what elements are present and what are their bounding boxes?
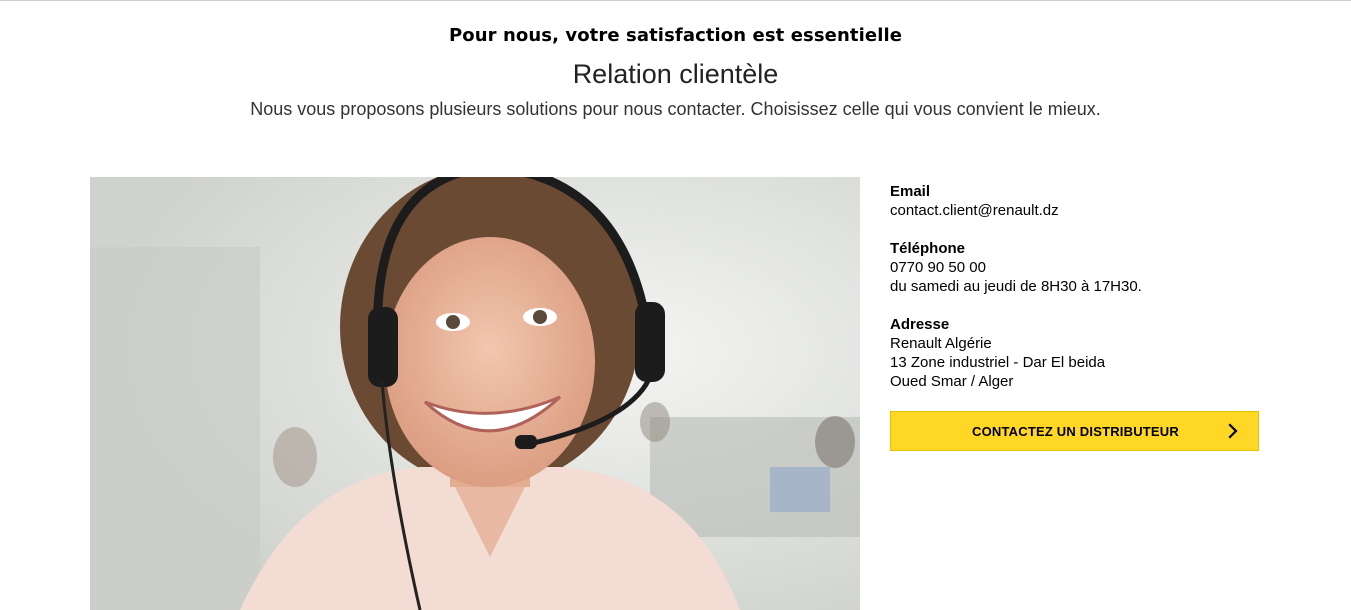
contact-distributor-button[interactable]: CONTACTEZ UN DISTRIBUTEUR bbox=[890, 411, 1259, 451]
contact-info: Email contact.client@renault.dz Téléphon… bbox=[890, 182, 1270, 410]
top-divider bbox=[0, 0, 1351, 1]
phone-hours: du samedi au jeudi de 8H30 à 17H30. bbox=[890, 278, 1142, 295]
phone-label: Téléphone bbox=[890, 240, 966, 257]
phone-value[interactable]: 0770 90 50 00 bbox=[890, 258, 1270, 277]
customer-service-photo bbox=[90, 177, 860, 610]
address-line-3: Oued Smar / Alger bbox=[890, 373, 1014, 390]
page-subtitle: Nous vous proposons plusieurs solutions … bbox=[250, 99, 1101, 119]
contact-distributor-label: CONTACTEZ UN DISTRIBUTEUR bbox=[972, 424, 1179, 439]
email-block: Email contact.client@renault.dz bbox=[890, 182, 1270, 220]
email-value[interactable]: contact.client@renault.dz bbox=[890, 201, 1270, 220]
page-title: Relation clientèle bbox=[572, 59, 779, 89]
page-kicker: Pour nous, votre satisfaction est essent… bbox=[448, 25, 903, 46]
address-line-2: 13 Zone industriel - Dar El beida bbox=[890, 354, 1106, 371]
address-line-1: Renault Algérie bbox=[890, 335, 992, 352]
phone-block: Téléphone 0770 90 50 00 du samedi au jeu… bbox=[890, 239, 1270, 296]
chevron-right-icon bbox=[1228, 423, 1238, 439]
address-block: Adresse Renault Algérie 13 Zone industri… bbox=[890, 315, 1270, 391]
email-label: Email bbox=[890, 183, 931, 200]
address-label: Adresse bbox=[890, 316, 950, 333]
